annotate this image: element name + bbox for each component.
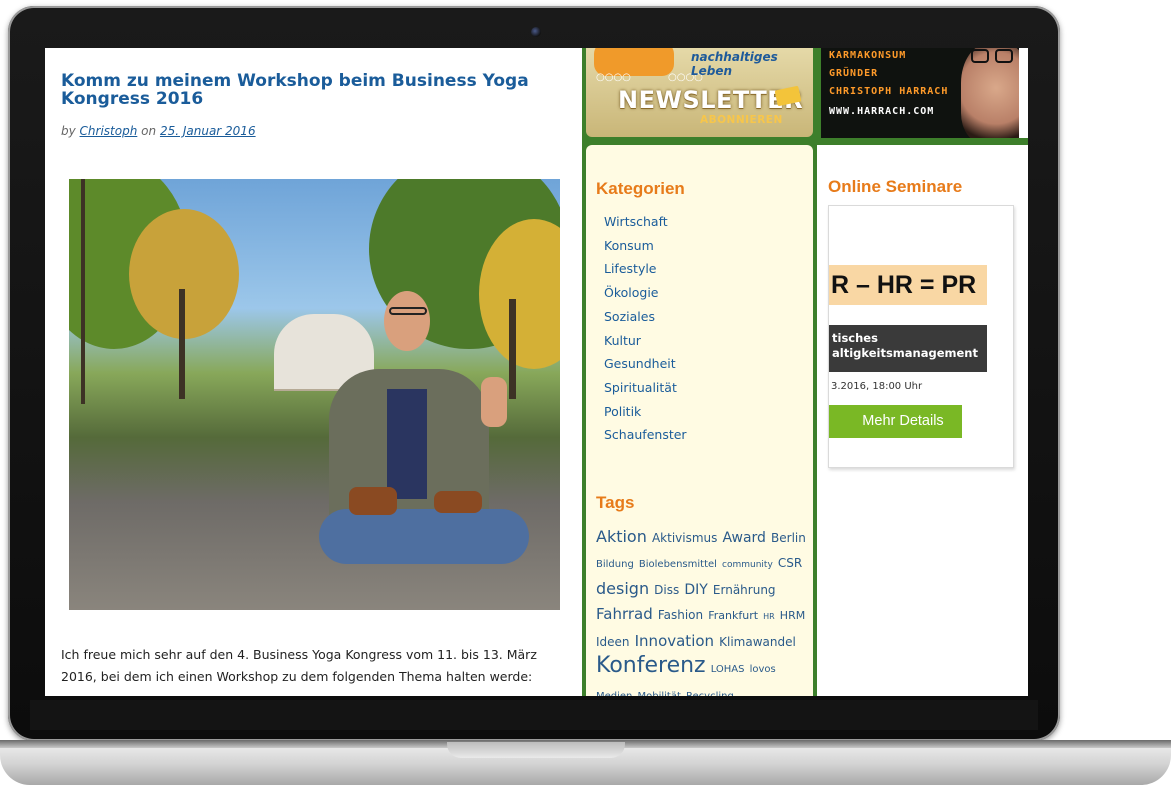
tag-link[interactable]: Mobilität (638, 691, 681, 696)
categories-list: Wirtschaft Konsum Lifestyle Ökologie Soz… (604, 210, 687, 447)
screen-bezel (30, 700, 1038, 730)
founder-banner[interactable]: KARMAKONSUM GRÜNDER CHRISTOPH HARRACH WW… (817, 48, 1019, 138)
tag-link[interactable]: Klimawandel (719, 635, 796, 649)
tag-link[interactable]: Fahrrad (596, 605, 653, 623)
tag-link[interactable]: Ernährung (713, 583, 776, 597)
divider (817, 138, 1028, 145)
promo-line: GRÜNDER (829, 68, 879, 79)
category-link[interactable]: Konsum (604, 234, 687, 258)
date-link[interactable]: 25. Januar 2016 (160, 124, 256, 138)
tag-link[interactable]: Diss (654, 583, 679, 597)
article-body: Ich freue mich sehr auf den 4. Business … (61, 647, 537, 684)
tag-link[interactable]: Aktion (596, 527, 647, 546)
post-title[interactable]: Komm zu meinem Workshop beim Business Yo… (61, 72, 551, 108)
tag-link[interactable]: Frankfurt (708, 609, 758, 622)
right-sidebar: KARMAKONSUM GRÜNDER CHRISTOPH HARRACH WW… (817, 48, 1028, 696)
newsletter-banner[interactable]: ○○○○ ○○○○ nachhaltiges Leben NEWSLETTER … (586, 48, 813, 137)
tag-link[interactable]: Aktivismus (652, 531, 717, 545)
promo-line: KARMAKONSUM (829, 50, 907, 61)
promo-line: CHRISTOPH HARRACH (829, 86, 949, 97)
tag-cloud: Aktion Aktivismus Award Berlin Bildung B… (596, 525, 806, 696)
middle-sidebar: ○○○○ ○○○○ nachhaltiges Leben NEWSLETTER … (582, 48, 817, 696)
tag-link[interactable]: community (722, 560, 773, 570)
byline-on: on (141, 124, 157, 138)
categories-heading: Kategorien (596, 179, 685, 198)
seminar-card: R – HR = PR tisches altigkeitsmanagement… (828, 205, 1014, 468)
seminar-title-banner: tisches altigkeitsmanagement (829, 325, 987, 372)
promo-url: WWW.HARRACH.COM (829, 106, 935, 117)
tag-link[interactable]: design (596, 579, 649, 598)
byline: by Christoph on 25. Januar 2016 (61, 124, 582, 138)
newsletter-cta: ABONNIEREN (700, 114, 783, 126)
tags-heading: Tags (596, 493, 635, 512)
tag-link[interactable]: Berlin (771, 531, 806, 545)
seminar-date: 3.2016, 18:00 Uhr (831, 381, 923, 392)
screen: Komm zu meinem Workshop beim Business Yo… (45, 48, 1028, 696)
decoration-icon: ○○○○ (596, 72, 631, 83)
author-link[interactable]: Christoph (80, 124, 138, 138)
tag-link[interactable]: Bildung (596, 559, 634, 570)
category-link[interactable]: Spiritualität (604, 376, 687, 400)
article: Komm zu meinem Workshop beim Business Yo… (45, 48, 582, 696)
category-link[interactable]: Lifestyle (604, 257, 687, 281)
category-link[interactable]: Schaufenster (604, 423, 687, 447)
tag-link[interactable]: Fashion (658, 608, 703, 622)
seminar-title-line: altigkeitsmanagement (832, 346, 978, 360)
webcam-icon (531, 27, 541, 37)
tag-link[interactable]: Biolebensmittel (639, 559, 717, 570)
categories-panel: Kategorien Wirtschaft Konsum Lifestyle Ö… (586, 145, 813, 696)
hero-image (69, 179, 560, 610)
tag-link[interactable]: HRM (780, 609, 805, 622)
category-link[interactable]: Gesundheit (604, 352, 687, 376)
tag-link[interactable]: CSR (778, 556, 802, 570)
tag-link[interactable]: HR (763, 612, 775, 621)
tag-link[interactable]: Innovation (635, 632, 714, 650)
tag-link[interactable]: Award (722, 530, 765, 546)
founder-photo (961, 48, 1019, 138)
more-details-button[interactable]: Mehr Details (829, 405, 962, 438)
seminar-title-line: tisches (832, 331, 878, 345)
tag-link[interactable]: lovos (750, 664, 776, 675)
tag-link[interactable]: Konferenz (596, 653, 706, 678)
tag-link[interactable]: DIY (684, 582, 707, 598)
seminar-heading: Online Seminare (828, 177, 963, 196)
category-link[interactable]: Kultur (604, 329, 687, 353)
byline-prefix: by (61, 124, 76, 138)
category-link[interactable]: Wirtschaft (604, 210, 687, 234)
tag-link[interactable]: Ideen (596, 635, 630, 649)
tag-link[interactable]: Recycling (686, 691, 734, 696)
seminar-formula: R – HR = PR (829, 265, 987, 305)
laptop-notch (447, 742, 625, 758)
tag-link[interactable]: LOHAS (711, 664, 745, 675)
category-link[interactable]: Politik (604, 400, 687, 424)
tag-link[interactable]: Medien (596, 691, 632, 696)
newsletter-subtitle: nachhaltiges Leben (691, 50, 778, 78)
category-link[interactable]: Soziales (604, 305, 687, 329)
category-link[interactable]: Ökologie (604, 281, 687, 305)
